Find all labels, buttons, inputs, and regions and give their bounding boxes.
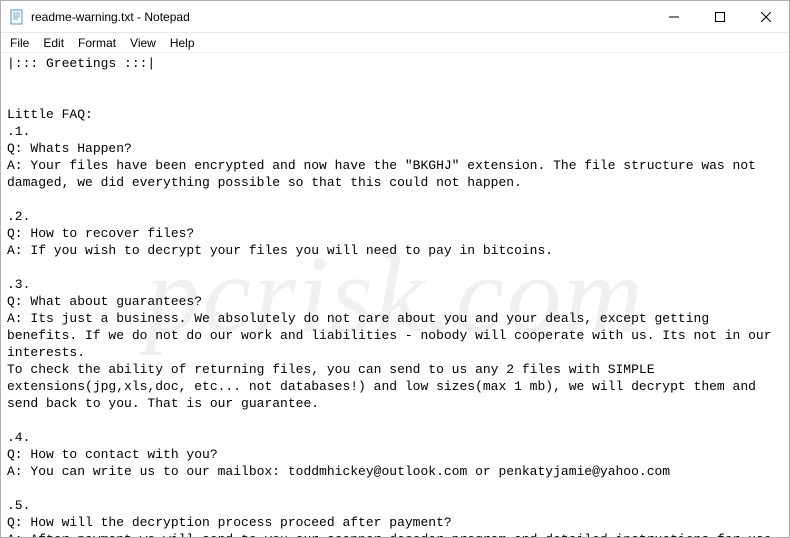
menu-format[interactable]: Format xyxy=(71,35,123,51)
menu-view[interactable]: View xyxy=(123,35,163,51)
watermark: pcrisk.com xyxy=(145,287,645,304)
close-button[interactable] xyxy=(743,1,789,32)
menubar: File Edit Format View Help xyxy=(1,33,789,53)
menu-edit[interactable]: Edit xyxy=(36,35,71,51)
text-area[interactable]: |::: Greetings :::| Little FAQ: .1. Q: W… xyxy=(1,53,789,537)
notepad-icon xyxy=(9,9,25,25)
menu-help[interactable]: Help xyxy=(163,35,202,51)
document-text: |::: Greetings :::| Little FAQ: .1. Q: W… xyxy=(7,56,787,537)
maximize-button[interactable] xyxy=(697,1,743,32)
window-controls xyxy=(651,1,789,32)
menu-file[interactable]: File xyxy=(3,35,36,51)
notepad-window: readme-warning.txt - Notepad File Edit F… xyxy=(0,0,790,538)
titlebar: readme-warning.txt - Notepad xyxy=(1,1,789,33)
minimize-button[interactable] xyxy=(651,1,697,32)
window-title: readme-warning.txt - Notepad xyxy=(31,10,651,24)
